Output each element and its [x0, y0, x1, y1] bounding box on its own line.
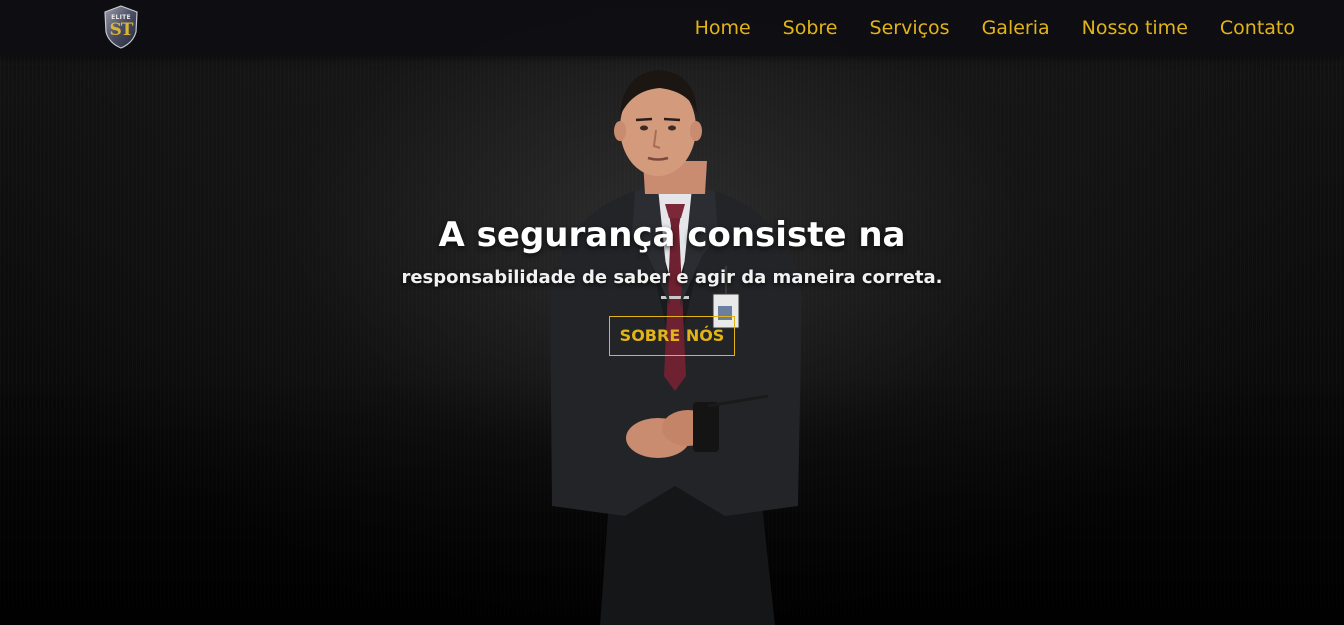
logo-monogram: ST [109, 20, 134, 40]
nav-item-nosso-time[interactable]: Nosso time [1082, 17, 1188, 39]
nav-item-home[interactable]: Home [695, 17, 751, 39]
sobre-nos-button[interactable]: SOBRE NÓS [608, 316, 736, 356]
nav-item-servicos[interactable]: Serviços [870, 17, 950, 39]
shield-logo-icon[interactable]: ELITE ST [102, 4, 140, 50]
nav-item-contato[interactable]: Contato [1220, 17, 1295, 39]
nav-item-sobre[interactable]: Sobre [783, 17, 838, 39]
navbar: ELITE ST Home Sobre Serviços Galeria Nos… [0, 0, 1344, 56]
hero-title: A segurança consiste na [438, 215, 906, 255]
hero-page: ELITE ST Home Sobre Serviços Galeria Nos… [0, 0, 1344, 625]
hero-subtitle: responsabilidade de saber e agir da mane… [401, 267, 943, 288]
nav-item-galeria[interactable]: Galeria [982, 17, 1050, 39]
hero-content: A segurança consiste na responsabilidade… [0, 208, 1344, 356]
main-nav: Home Sobre Serviços Galeria Nosso time C… [695, 0, 1295, 56]
